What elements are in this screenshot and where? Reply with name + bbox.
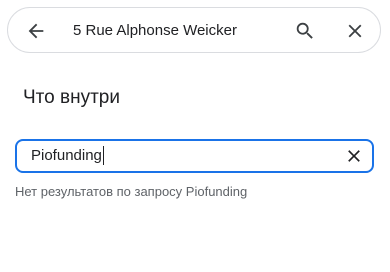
close-icon (348, 24, 362, 38)
search-button[interactable] (289, 15, 321, 47)
search-bar: 5 Rue Alphonse Weicker (7, 7, 381, 53)
clear-filter-button[interactable] (342, 144, 366, 168)
filter-input[interactable] (31, 146, 331, 166)
back-button[interactable] (20, 15, 52, 47)
arrow-left-icon (28, 23, 44, 39)
close-search-button[interactable] (339, 15, 371, 47)
search-query[interactable]: 5 Rue Alphonse Weicker (73, 21, 237, 41)
text-caret (102, 146, 104, 165)
search-icon (296, 22, 313, 39)
filter-field[interactable] (15, 139, 374, 173)
section-title: Что внутри (23, 87, 120, 108)
no-results-message: Нет результатов по запросу Piofunding (15, 184, 248, 199)
close-icon (348, 150, 360, 162)
